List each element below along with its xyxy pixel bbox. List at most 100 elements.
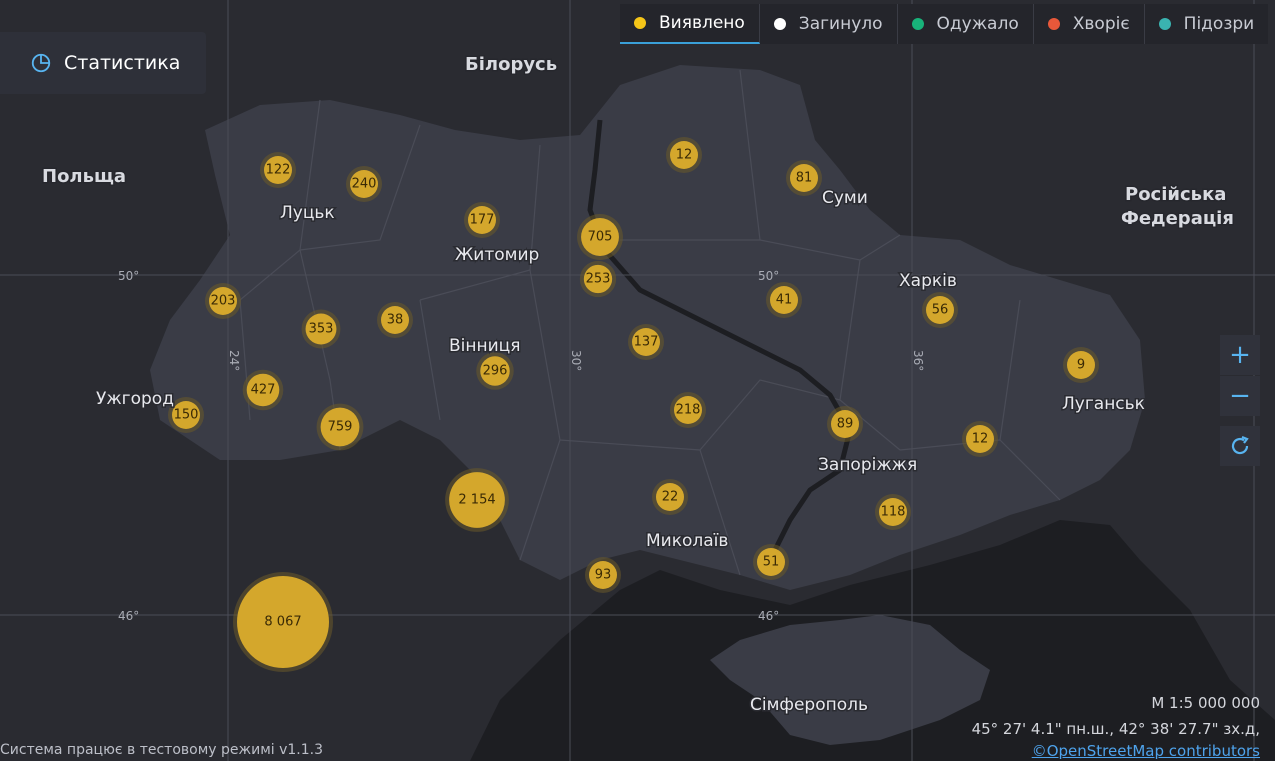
cluster-count-label: 240 [352, 177, 377, 192]
city-label-zhytomyr: Житомир [455, 245, 539, 265]
map[interactable]: 50° 50° 24° 30° 36° 46° 46° Білорусь Пол… [0, 0, 1275, 761]
cluster-marker[interactable]: 8 067 [233, 572, 333, 672]
tab-suspected[interactable]: Підозри [1145, 4, 1269, 44]
cluster-marker[interactable]: 759 [316, 403, 364, 451]
cluster-count-label: 81 [796, 171, 813, 186]
refresh-icon [1231, 435, 1249, 455]
cluster-count-label: 12 [972, 432, 989, 447]
grid-label-lat46-west: 46° [118, 609, 139, 623]
country-label-belarus: Білорусь [465, 54, 557, 75]
tab-sick[interactable]: Хворіє [1034, 4, 1145, 44]
country-label-russia-line1: Російська [1125, 184, 1226, 205]
zoom-in-icon: + [1229, 340, 1251, 370]
cluster-marker[interactable]: 118 [875, 494, 911, 530]
cluster-marker[interactable]: 81 [786, 160, 822, 196]
status-tabs: Виявлено Загинуло Одужало Хворіє Підозри [620, 4, 1269, 44]
pie-chart-icon [31, 53, 51, 73]
cluster-count-label: 150 [174, 408, 199, 423]
suspected-dot-icon [1158, 18, 1171, 30]
cluster-count-label: 38 [387, 313, 404, 328]
tab-sick-label: Хворіє [1072, 14, 1130, 34]
cluster-count-label: 253 [586, 272, 611, 287]
statistics-button[interactable]: Статистика [0, 32, 206, 94]
cluster-marker[interactable]: 12 [666, 137, 702, 173]
city-label-uzhhorod: Ужгород [96, 389, 174, 409]
cluster-count-label: 705 [588, 230, 613, 245]
cluster-count-label: 759 [328, 420, 353, 435]
detected-dot-icon [634, 17, 646, 29]
cluster-count-label: 8 067 [264, 615, 301, 630]
reset-view-button[interactable] [1220, 426, 1260, 466]
tab-detected-label: Виявлено [659, 13, 745, 33]
grid-label-lat46-east: 46° [758, 609, 779, 623]
test-mode-notice: Система працює в тестовому режимі v1.1.3 [0, 742, 324, 758]
city-label-lutsk: Луцьк [280, 203, 335, 223]
statistics-label: Статистика [64, 52, 181, 74]
map-scale: М 1:5 000 000 [1151, 694, 1260, 712]
tab-died-label: Загинуло [798, 14, 883, 34]
zoom-in-button[interactable]: + [1220, 335, 1260, 375]
osm-attribution-link[interactable]: ©OpenStreetMap contributors [1032, 742, 1260, 760]
zoom-out-icon: − [1229, 381, 1251, 411]
cluster-marker[interactable]: 353 [301, 309, 341, 349]
city-label-zaporizhzhia: Запоріжжя [818, 455, 917, 475]
grid-label-lon30: 30° [569, 350, 583, 371]
cluster-count-label: 56 [932, 303, 949, 318]
cluster-count-label: 93 [595, 568, 612, 583]
cluster-count-label: 427 [251, 383, 276, 398]
cluster-count-label: 118 [881, 505, 906, 520]
cluster-marker[interactable]: 22 [652, 479, 688, 515]
tab-recovered[interactable]: Одужало [898, 4, 1034, 44]
cluster-marker[interactable]: 93 [585, 557, 621, 593]
cluster-marker[interactable]: 705 [577, 214, 623, 260]
cluster-count-label: 2 154 [458, 493, 495, 508]
cluster-marker[interactable]: 122 [260, 152, 296, 188]
cluster-marker[interactable]: 427 [242, 369, 284, 411]
tab-suspected-label: Підозри [1183, 14, 1255, 34]
cluster-count-label: 51 [763, 555, 780, 570]
city-label-kharkiv: Харків [899, 271, 957, 291]
cluster-marker[interactable]: 12 [962, 421, 998, 457]
cluster-count-label: 122 [266, 163, 291, 178]
country-label-russia-line2: Федерація [1121, 208, 1234, 229]
city-label-mykolaiv: Миколаїв [646, 531, 728, 551]
cluster-marker[interactable]: 56 [922, 292, 958, 328]
cluster-count-label: 22 [662, 490, 679, 505]
zoom-out-button[interactable]: − [1220, 376, 1260, 416]
cluster-marker[interactable]: 9 [1063, 347, 1099, 383]
cluster-count-label: 203 [211, 294, 236, 309]
cluster-count-label: 137 [634, 335, 659, 350]
country-label-poland: Польща [42, 166, 126, 187]
cluster-marker[interactable]: 38 [377, 302, 413, 338]
cluster-marker[interactable]: 253 [579, 260, 617, 298]
cluster-marker[interactable]: 89 [827, 406, 863, 442]
city-label-vinnytsia: Вінниця [449, 336, 520, 356]
cluster-count-label: 353 [309, 322, 334, 337]
city-label-luhansk: Луганськ [1062, 394, 1145, 414]
cluster-marker[interactable]: 51 [753, 544, 789, 580]
cluster-count-label: 41 [776, 293, 793, 308]
cluster-marker[interactable]: 240 [346, 166, 382, 202]
cluster-marker[interactable]: 296 [476, 352, 514, 390]
tab-detected[interactable]: Виявлено [620, 4, 760, 44]
cluster-count-label: 9 [1077, 358, 1085, 373]
cluster-marker[interactable]: 2 154 [445, 468, 509, 532]
cluster-count-label: 12 [676, 148, 693, 163]
sick-dot-icon [1047, 18, 1060, 30]
cluster-marker[interactable]: 203 [205, 283, 241, 319]
grid-label-lat50-west: 50° [118, 269, 139, 283]
cluster-count-label: 89 [837, 417, 854, 432]
cluster-marker[interactable]: 177 [464, 202, 500, 238]
recovered-dot-icon [911, 18, 924, 30]
tab-died[interactable]: Загинуло [760, 4, 898, 44]
cluster-count-label: 177 [470, 213, 495, 228]
grid-label-lon24: 24° [227, 350, 241, 371]
grid-label-lat50-east: 50° [758, 269, 779, 283]
cluster-marker[interactable]: 41 [766, 282, 802, 318]
cluster-marker[interactable]: 137 [628, 324, 664, 360]
city-label-sumy: Суми [822, 188, 868, 208]
grid-label-lon36: 36° [911, 350, 925, 371]
city-label-simferopol: Сімферополь [750, 695, 868, 715]
tab-recovered-label: Одужало [936, 14, 1019, 34]
cluster-marker[interactable]: 218 [670, 392, 706, 428]
